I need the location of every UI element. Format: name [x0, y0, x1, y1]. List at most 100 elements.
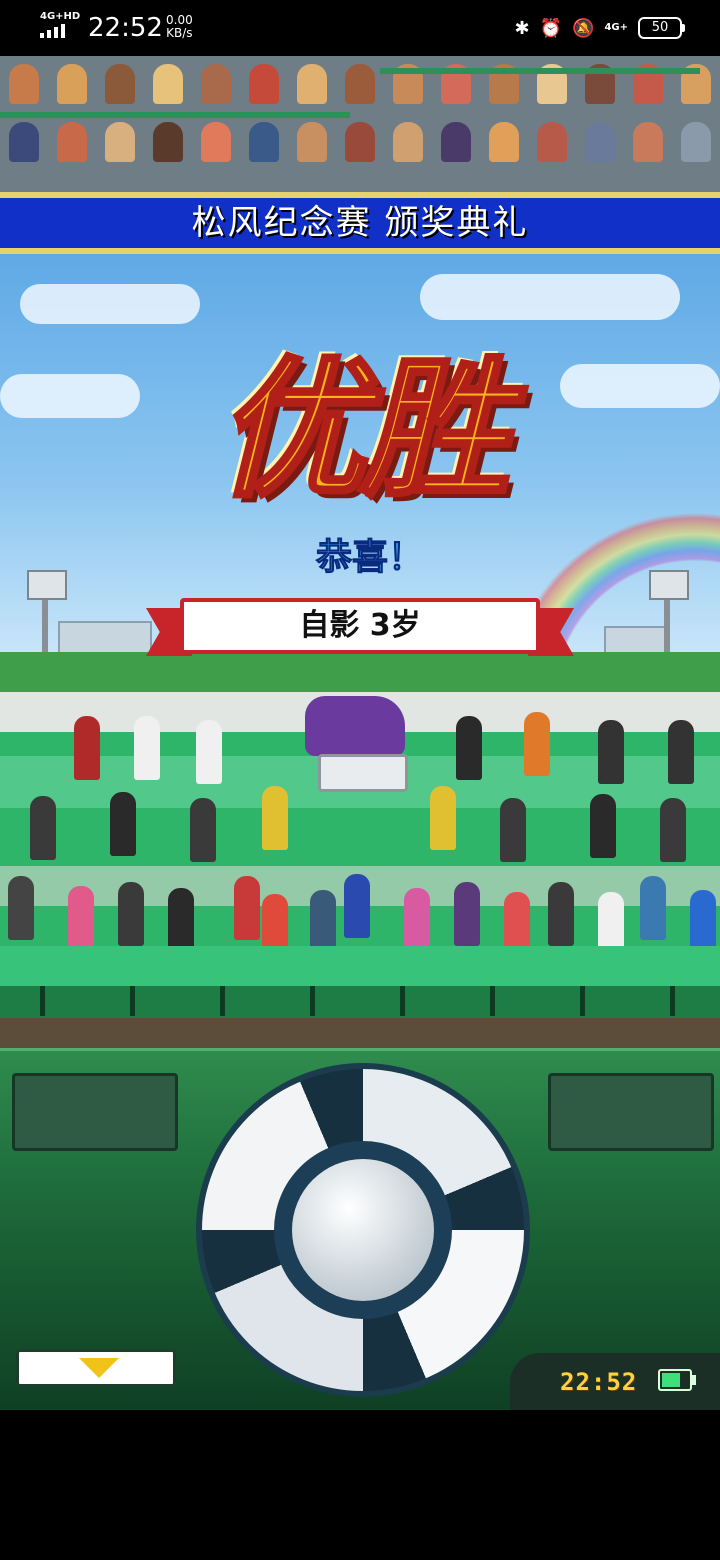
- photographer-figure: [110, 792, 136, 856]
- control-panel: 22:52: [0, 1048, 720, 1410]
- spectator: [441, 122, 471, 162]
- game-clock: 22:52: [560, 1368, 638, 1396]
- triangle-down-icon: [79, 1358, 119, 1378]
- spectator: [105, 122, 135, 162]
- signal-icon: [40, 24, 65, 38]
- speed-unit: KB/s: [166, 26, 193, 40]
- network-type-label: 4G+HD: [40, 11, 81, 22]
- battery-level: 50: [651, 20, 669, 35]
- rail-post: [220, 986, 225, 1016]
- spectator-stands: [0, 56, 720, 192]
- photographer-figure: [590, 794, 616, 858]
- spectator-figure: [118, 882, 144, 946]
- presenter-figure: [456, 716, 482, 780]
- spectator-figure: [234, 876, 260, 940]
- rail-post: [580, 986, 585, 1016]
- game-scene[interactable]: 松风纪念赛 颁奖典礼 优胜 恭喜！ 自影 3岁 22:52: [0, 56, 720, 1410]
- spectator: [9, 64, 39, 104]
- spectator-figure: [640, 876, 666, 940]
- track-rail-bottom: [0, 986, 720, 1018]
- rail-post: [490, 986, 495, 1016]
- status-bar: 4G+HD 22:52 0.00 KB/s ✱ ⏰ 🔕 4G+ 50: [0, 0, 720, 56]
- lower-grass: [0, 946, 720, 986]
- spectator: [57, 122, 87, 162]
- spectator-figure: [344, 874, 370, 938]
- jockey-figure: [196, 720, 222, 784]
- spectator: [153, 64, 183, 104]
- spectator: [297, 64, 327, 104]
- menu-button[interactable]: [16, 1349, 176, 1387]
- spectator: [585, 122, 615, 162]
- spectator: [633, 122, 663, 162]
- spectator: [249, 122, 279, 162]
- rail-post: [400, 986, 405, 1016]
- rail-post: [310, 986, 315, 1016]
- official-figure: [668, 720, 694, 784]
- cloud: [560, 364, 720, 408]
- battery-tip: [692, 1375, 696, 1385]
- photographer-figure: [190, 798, 216, 862]
- right-action-button[interactable]: [548, 1073, 714, 1151]
- spectator: [201, 122, 231, 162]
- dirt-track: [0, 1018, 720, 1052]
- spectator: [57, 64, 87, 104]
- stand-rail: [0, 112, 350, 118]
- jockey-figure: [134, 716, 160, 780]
- winning-horse: [305, 696, 405, 756]
- winner-podium: [318, 754, 408, 792]
- winner-banner: 自影 3岁: [180, 598, 540, 654]
- spectator: [489, 122, 519, 162]
- stand-rail: [380, 68, 700, 74]
- spectator-figure: [690, 890, 716, 954]
- spectator: [393, 122, 423, 162]
- photographer-figure: [30, 796, 56, 860]
- network-speed: 0.00 KB/s: [166, 14, 193, 40]
- mascot-figure: [524, 712, 550, 776]
- network-type-label-right: 4G+: [604, 22, 628, 33]
- spectator-figure: [8, 876, 34, 940]
- photographer-figure: [660, 798, 686, 862]
- photographer-figure: [500, 798, 526, 862]
- spectator-figure: [310, 890, 336, 954]
- spectator: [297, 122, 327, 162]
- cloud: [420, 274, 680, 320]
- jockey-figure: [74, 716, 100, 780]
- battery-fill: [662, 1373, 680, 1387]
- mute-icon: 🔕: [572, 17, 595, 39]
- left-action-button[interactable]: [12, 1073, 178, 1151]
- congrats-text: 恭喜！: [315, 537, 424, 579]
- spectator: [537, 122, 567, 162]
- battery-icon: 50: [638, 17, 685, 39]
- photographer-figure: [430, 786, 456, 850]
- rail-post: [670, 986, 675, 1016]
- crowd-row-bottom: [0, 122, 720, 162]
- cloud: [20, 284, 200, 324]
- spectator: [153, 122, 183, 162]
- spectator: [249, 64, 279, 104]
- spectator-figure: [548, 882, 574, 946]
- tree-line: [0, 652, 720, 692]
- status-icons: ✱ ⏰ 🔕 4G+ 50: [514, 14, 685, 42]
- spectator: [681, 122, 711, 162]
- spectator-figure: [168, 888, 194, 952]
- spectator: [105, 64, 135, 104]
- alarm-icon: ⏰: [539, 17, 563, 39]
- status-time: 22:52: [88, 13, 163, 43]
- ceremony-title: 松风纪念赛 颁奖典礼: [0, 192, 720, 254]
- spectator-figure: [454, 882, 480, 946]
- spectator: [9, 122, 39, 162]
- rail-post: [130, 986, 135, 1016]
- bluetooth-icon: ✱: [514, 17, 530, 39]
- victory-title: 优胜: [214, 342, 512, 520]
- official-figure: [598, 720, 624, 784]
- spectator: [345, 122, 375, 162]
- light-tower-lamp: [649, 570, 689, 600]
- light-tower-lamp: [27, 570, 67, 600]
- spectator-figure: [404, 888, 430, 952]
- photographer-figure: [262, 786, 288, 850]
- spectator-figure: [68, 886, 94, 950]
- rail-post: [40, 986, 45, 1016]
- spectator: [345, 64, 375, 104]
- dpad-center-button[interactable]: [292, 1159, 434, 1301]
- spectator: [201, 64, 231, 104]
